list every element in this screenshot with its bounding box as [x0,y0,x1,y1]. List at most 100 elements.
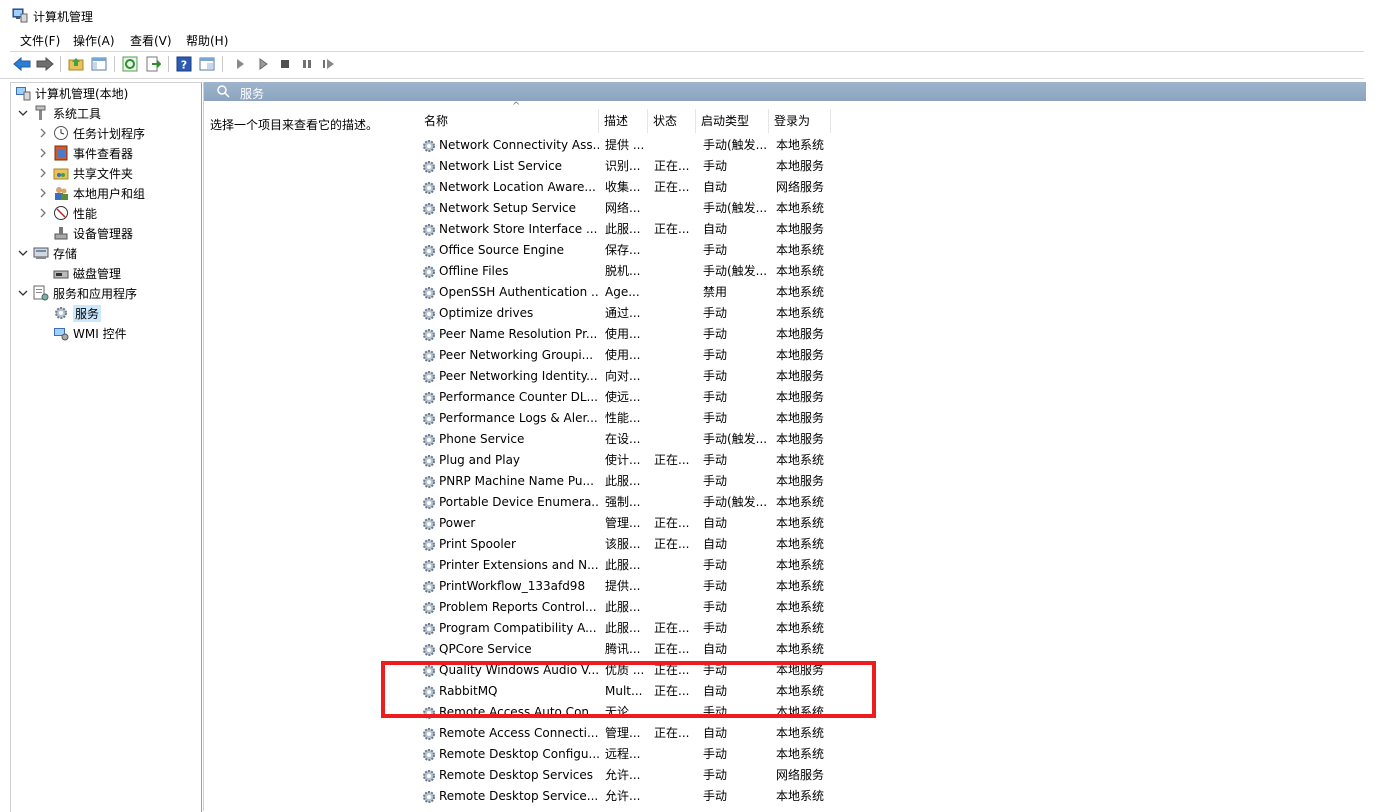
menu-action[interactable]: 操作(A) [71,32,117,49]
service-description: 性能... [605,411,641,425]
service-name: Problem Reports Control... [439,600,597,614]
column-description[interactable]: 描述 [599,109,648,133]
service-row[interactable]: Peer Name Resolution Pr... 使用... 手动 本地服务 [419,324,1039,345]
service-description: 此服... [605,600,641,614]
show-tree-icon[interactable] [90,55,108,73]
tree-item-services-apps[interactable]: 服务和应用程序 [17,283,137,303]
service-row[interactable]: QPCore Service 腾讯... 正在... 自动 本地系统 [419,639,1039,660]
service-row[interactable]: Phone Service 在设... 手动(触发... 本地服务 [419,429,1039,450]
column-status[interactable]: 状态 [648,109,696,133]
help-icon[interactable]: ? [175,55,193,73]
menu-view[interactable]: 查看(V) [128,32,174,49]
tree-item-device-manager[interactable]: 设备管理器 [53,223,133,243]
service-row[interactable]: Remote Desktop Configu... 远程... 手动 本地系统 [419,744,1039,765]
chevron-down-icon[interactable] [17,107,29,119]
refresh-icon[interactable] [121,55,139,73]
service-row[interactable]: Performance Counter DL... 使远... 手动 本地服务 [419,387,1039,408]
tree-label: 事件查看器 [73,146,134,161]
service-startup-type: 手动(触发... [703,264,767,278]
service-row[interactable]: Network Connectivity Ass... 提供 ... 手动(触发..… [419,135,1039,156]
service-row[interactable]: Optimize drives 通过... 手动 本地系统 [419,303,1039,324]
menu-file[interactable]: 文件(F) [18,32,62,49]
service-row[interactable]: PrintWorkflow_133afd98 提供... 手动 本地系统 [419,576,1039,597]
service-row[interactable]: Problem Reports Control... 此服... 手动 本地系统 [419,597,1039,618]
service-description: 此服... [605,222,641,236]
chevron-down-icon[interactable] [17,247,29,259]
tree-item-services[interactable]: 服务 [53,303,102,323]
service-row[interactable]: Quality Windows Audio V... 优质 ... 正在... 手动 本… [419,660,1039,681]
service-logon-as: 本地系统 [776,726,825,740]
tree-item-system-tools[interactable]: 系统工具 [17,103,101,123]
service-row[interactable]: Network Setup Service 网络... 手动(触发... 本地系统 [419,198,1039,219]
gear-icon [423,665,435,677]
service-description: 使计... [605,453,641,467]
tree-item-root[interactable]: 计算机管理(本地) [15,83,128,103]
service-row[interactable]: PNRP Machine Name Pu... 此服... 手动 本地服务 [419,471,1039,492]
service-row[interactable]: Peer Networking Identity... 向对... 手动 本地服务 [419,366,1039,387]
column-startup-type[interactable]: 启动类型 [696,109,769,133]
service-description: 向对... [605,369,641,383]
service-status [654,702,694,723]
service-row[interactable]: Office Source Engine 保存... 手动 本地系统 [419,240,1039,261]
chevron-right-icon[interactable] [37,207,49,219]
service-row[interactable]: Power 管理... 正在... 自动 本地系统 [419,513,1039,534]
tree-item-disk-management[interactable]: 磁盘管理 [53,263,121,283]
gear-icon [423,161,435,173]
tree-item-shared-folders[interactable]: 共享文件夹 [37,163,133,183]
service-row[interactable]: Network List Service 识别... 正在... 手动 本地服务 [419,156,1039,177]
service-row[interactable]: Remote Access Auto Con... 无论... 手动 本地系统 [419,702,1039,723]
menu-help[interactable]: 帮助(H) [184,32,230,49]
service-status [654,135,694,156]
service-startup-type: 手动 [703,327,728,341]
service-row[interactable]: Remote Desktop Services 允许... 手动 网络服务 [419,765,1039,786]
up-folder-icon[interactable] [67,55,85,73]
service-status: 正在... [654,180,690,194]
service-row[interactable]: Program Compatibility A... 此服... 正在... 手动 本地… [419,618,1039,639]
export-icon[interactable] [144,55,162,73]
restart-icon[interactable] [320,55,338,73]
service-logon-as: 本地系统 [776,642,825,656]
tree-item-performance[interactable]: 性能 [37,203,97,223]
service-description: 此服... [605,558,641,572]
service-name: Remote Access Connecti... [439,726,599,740]
play-icon[interactable] [231,55,249,73]
service-logon-as: 本地服务 [776,222,825,236]
stop-icon[interactable] [276,55,294,73]
forward-icon[interactable] [36,55,54,73]
service-row[interactable]: Printer Extensions and N... 此服... 手动 本地系统 [419,555,1039,576]
column-logon-as[interactable]: 登录为 [769,109,831,133]
chevron-right-icon[interactable] [37,127,49,139]
column-name[interactable]: 名称 [419,109,599,133]
service-row[interactable]: Offline Files 脱机... 手动(触发... 本地系统 [419,261,1039,282]
tree-item-task-scheduler[interactable]: 任务计划程序 [37,123,145,143]
service-row[interactable]: Portable Device Enumera... 强制... 手动(触发... 本… [419,492,1039,513]
service-description: 允许... [605,789,641,803]
service-row[interactable]: Print Spooler 该服... 正在... 自动 本地系统 [419,534,1039,555]
tree-item-wmi[interactable]: WMI 控件 [53,323,127,343]
title-bar: 计算机管理 [0,0,1399,30]
service-row[interactable]: Plug and Play 使计... 正在... 手动 本地系统 [419,450,1039,471]
chevron-right-icon[interactable] [37,187,49,199]
service-row[interactable]: Peer Networking Groupi... 使用... 手动 本地服务 [419,345,1039,366]
chevron-down-icon[interactable] [17,287,29,299]
service-row[interactable]: Network Location Aware... 收集... 正在... 自动 网络服… [419,177,1039,198]
tree-item-event-viewer[interactable]: 事件查看器 [37,143,133,163]
tree-item-storage[interactable]: 存储 [17,243,77,263]
service-row[interactable]: Performance Logs & Aler... 性能... 手动 本地服务 [419,408,1039,429]
service-name: RabbitMQ [439,684,498,698]
service-row[interactable]: RabbitMQ Mult... 正在... 自动 本地系统 [419,681,1039,702]
properties-icon[interactable] [198,55,216,73]
tree-item-local-users[interactable]: 本地用户和组 [37,183,145,203]
chevron-right-icon[interactable] [37,147,49,159]
play-alt-icon[interactable] [254,55,272,73]
pause-icon[interactable] [298,55,316,73]
service-name: Peer Networking Identity... [439,369,598,383]
service-row[interactable]: Remote Access Connecti... 管理... 正在... 自动 本地系… [419,723,1039,744]
service-row[interactable]: Network Store Interface ... 此服... 正在... 自动 本… [419,219,1039,240]
chevron-right-icon[interactable] [37,167,49,179]
service-row[interactable]: Remote Desktop Service... 允许... 手动 本地系统 [419,786,1039,807]
service-row[interactable]: OpenSSH Authentication ... Age... 禁用 本地系统 [419,282,1039,303]
computer-management-icon [12,8,28,23]
back-icon[interactable] [13,55,31,73]
service-logon-as: 网络服务 [776,180,825,194]
